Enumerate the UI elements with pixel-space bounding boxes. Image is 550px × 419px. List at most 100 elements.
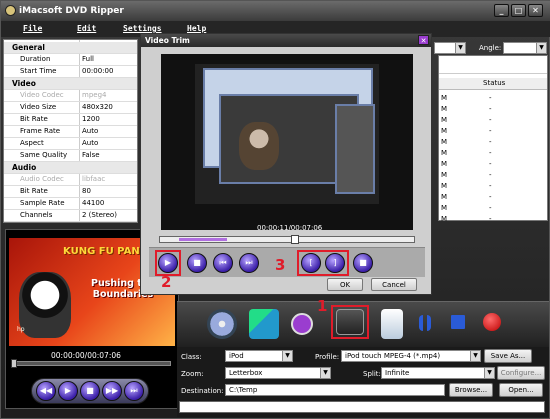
list-item-status: - [489,160,492,168]
list-item[interactable]: M- [439,105,547,116]
save-as-button[interactable]: Save As... [484,349,532,363]
preview-seek-knob[interactable] [11,359,17,368]
stop-button[interactable]: ■ [80,381,100,401]
prop-row[interactable]: Bit Rate 80 [4,186,137,198]
dialog-close-button[interactable]: ✕ [418,35,429,45]
list-item-size: M [441,149,448,157]
trim-icon[interactable] [336,309,364,335]
menu-edit[interactable]: Edit [77,24,96,33]
document-icon[interactable] [381,309,403,339]
section-audio[interactable]: Audio [4,162,137,174]
trim-next-button[interactable]: ⏭ [239,253,259,273]
profile-select[interactable]: iPod touch MPEG-4 (*.mp4) ▼ [341,350,481,362]
mark-end-button[interactable]: ] [325,253,345,273]
list-item-status: - [489,149,492,157]
dvd-load-icon[interactable] [207,309,237,339]
forward-button[interactable]: ▶▶ [102,381,122,401]
import-icon[interactable] [249,309,279,339]
maximize-button[interactable]: □ [511,4,526,17]
prop-row[interactable]: Video Size 480x320 [4,102,137,114]
prop-row[interactable]: Duration Full [4,54,137,66]
pause-icon[interactable] [419,315,431,331]
menu-file[interactable]: File [23,24,42,33]
trim-prev-button[interactable]: ⏮ [213,253,233,273]
list-item-size: M [441,171,448,179]
section-video[interactable]: Video [4,78,137,90]
video-frame [195,64,379,204]
title-select[interactable]: ▼ [434,42,466,54]
angle-select[interactable]: ▼ [503,42,547,54]
video-figure [239,122,279,170]
prop-row[interactable]: Start Time 00:00:00 [4,66,137,78]
effect-icon[interactable] [291,313,313,335]
list-item[interactable]: M- [439,171,547,182]
destination-label: Destination: [181,387,224,395]
record-icon[interactable] [483,313,501,331]
minimize-button[interactable]: _ [494,4,509,17]
prop-row[interactable]: Bit Rate 1200 [4,114,137,126]
list-item-status: - [489,171,492,179]
angle-label: Angle: [479,44,502,52]
prop-row[interactable]: Frame Rate Auto [4,126,137,138]
list-item-status: - [489,215,492,223]
zoom-select[interactable]: Letterbox ▼ [225,367,331,379]
dialog-title: Video Trim [145,36,190,45]
list-item-status: - [489,204,492,212]
rewind-button[interactable]: ◀◀ [36,381,56,401]
list-item[interactable]: M- [439,215,547,226]
preview-seek-bar[interactable] [11,361,171,366]
prop-row[interactable]: Same Quality False [4,150,137,162]
list-item-size: M [441,182,448,190]
prop-row[interactable]: Channels 2 (Stereo) [4,210,137,222]
list-item[interactable]: M- [439,204,547,215]
trim-seek-knob[interactable] [291,235,299,244]
section-general[interactable]: General [4,42,137,54]
list-item[interactable]: M- [439,116,547,127]
trim-stop-button[interactable]: ■ [187,253,207,273]
preview-time: 00:00:00/00:07:06 [51,351,121,360]
ok-button[interactable]: OK [327,278,363,291]
open-button[interactable]: Open... [499,383,543,397]
class-select[interactable]: iPod ▼ [225,350,293,362]
list-item[interactable]: M- [439,127,547,138]
browse-button[interactable]: Browse... [449,383,493,397]
mark-start-button[interactable]: [ [301,253,321,273]
list-item-size: M [441,127,448,135]
list-item[interactable]: M- [439,182,547,193]
list-item-status: - [489,193,492,201]
list-item[interactable]: M- [439,138,547,149]
step-number-1: 1 [317,297,328,315]
window-title: iMacsoft DVD Ripper [19,6,124,16]
list-item[interactable]: M- [439,149,547,160]
destination-field[interactable]: C:\Temp [225,384,445,396]
stop-icon[interactable] [451,315,465,329]
prop-row[interactable]: Audio Codec libfaac [4,174,137,186]
list-item-size: M [441,193,448,201]
configure-button[interactable]: Configure... [497,366,545,380]
title-bar[interactable]: iMacsoft DVD Ripper _ □ ✕ [1,1,550,21]
title-list[interactable]: Status M-M-M-M-M-M-M-M-M-M-M-M- [438,55,548,223]
cancel-button[interactable]: Cancel [371,278,417,291]
list-item[interactable]: M- [439,193,547,204]
trim-selection [179,238,227,241]
list-item-status: - [489,127,492,135]
close-button[interactable]: ✕ [528,4,543,17]
menu-help[interactable]: Help [187,24,206,33]
play-button[interactable]: ▶ [58,381,78,401]
dialog-title-bar[interactable]: Video Trim ✕ [141,34,431,47]
trim-video[interactable] [161,54,413,230]
menu-settings[interactable]: Settings [123,24,162,33]
prop-row[interactable]: Sample Rate 44100 [4,198,137,210]
prop-row[interactable]: Aspect Auto [4,138,137,150]
list-item-size: M [441,138,448,146]
split-select[interactable]: Infinite ▼ [381,367,495,379]
prop-row[interactable]: Video Codec mpeg4 [4,90,137,102]
next-button[interactable]: ⏭ [124,381,144,401]
list-item[interactable]: M- [439,160,547,171]
mark-stop-button[interactable]: ■ [353,253,373,273]
list-item[interactable]: M- [439,94,547,105]
properties-panel[interactable]: General Duration Full Start Time 00:00:00 … [3,39,138,223]
list-item-size: M [441,204,448,212]
list-item-size: M [441,215,448,223]
trim-play-button[interactable]: ▶ [158,253,178,273]
